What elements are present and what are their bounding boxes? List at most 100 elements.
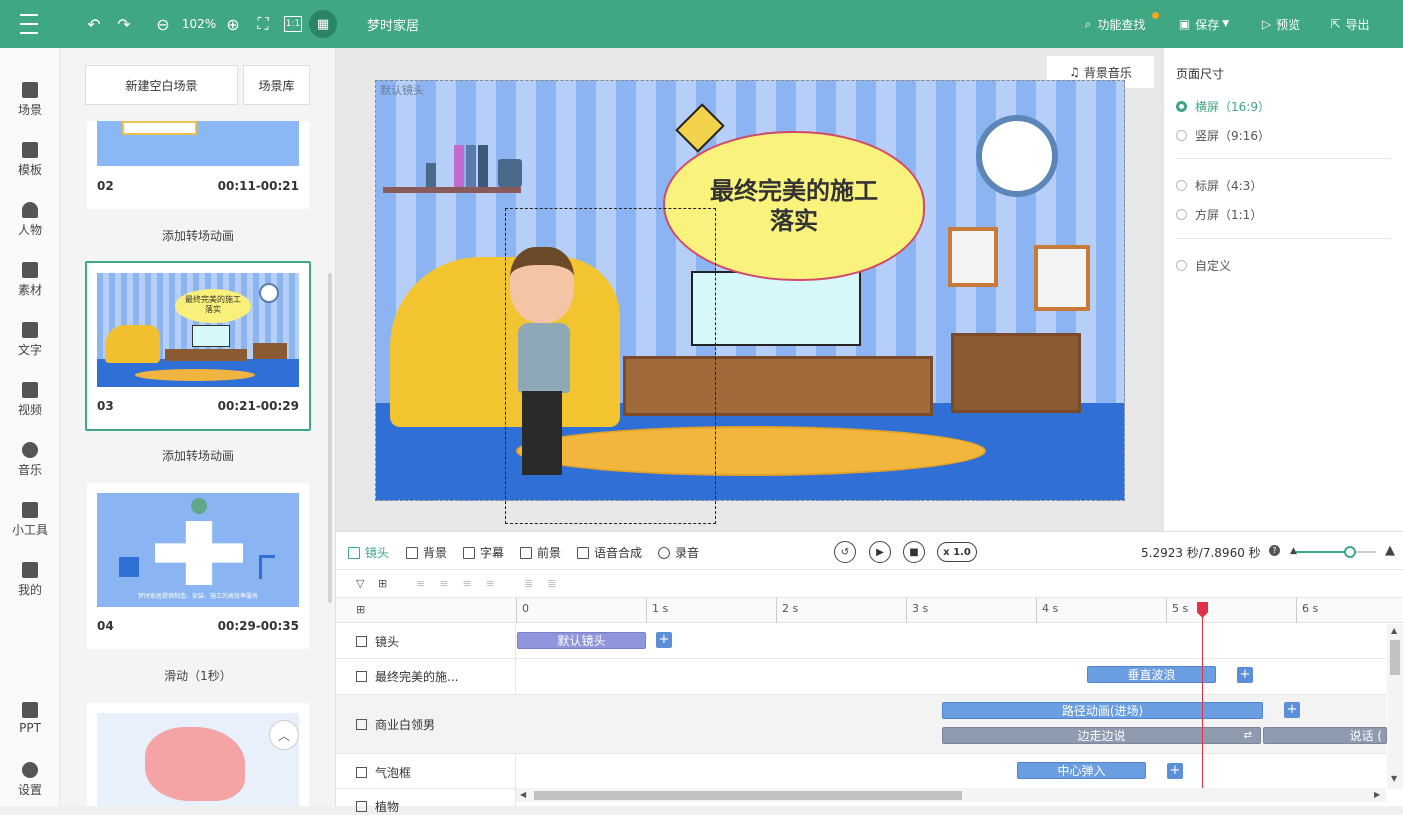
nav-text[interactable]: 文字 bbox=[0, 322, 60, 372]
tool-camera[interactable]: 镜头 bbox=[348, 544, 389, 561]
clip-vertical-wave[interactable]: 垂直波浪 bbox=[1087, 666, 1216, 683]
speed-button[interactable]: x 1.0 bbox=[937, 542, 977, 562]
transition-label[interactable]: 滑动（1秒） bbox=[87, 667, 309, 684]
scene-panel-scrollbar[interactable] bbox=[328, 273, 332, 603]
music-note-icon: ♫ bbox=[1069, 65, 1080, 79]
redo-icon[interactable]: ↷ bbox=[114, 14, 134, 34]
toolbox-icon bbox=[22, 502, 38, 518]
nav-video[interactable]: 视频 bbox=[0, 382, 60, 432]
nav-scenes[interactable]: 场景 bbox=[0, 82, 60, 132]
horizontal-scrollbar[interactable]: ◀ ▶ bbox=[516, 788, 1386, 802]
clip-talk[interactable]: 说话 ( bbox=[1263, 727, 1387, 744]
scroll-down-arrow[interactable]: ▼ bbox=[1391, 774, 1397, 783]
nav-templates[interactable]: 模板 bbox=[0, 142, 60, 192]
playhead[interactable] bbox=[1197, 602, 1208, 792]
stop-button[interactable]: ■ bbox=[903, 541, 925, 563]
scene-library-button[interactable]: 场景库 bbox=[243, 65, 310, 105]
add-transition-link[interactable]: 添加转场动画 bbox=[87, 447, 309, 464]
save-button[interactable]: ▣ 保存 ▼ bbox=[1172, 14, 1236, 34]
nav-mine[interactable]: 我的 bbox=[0, 562, 60, 612]
clip-path-animation[interactable]: 路径动画(进场) bbox=[942, 702, 1263, 719]
add-camera-button[interactable]: + bbox=[656, 632, 672, 648]
scroll-thumb[interactable] bbox=[1390, 640, 1400, 675]
undo-icon[interactable]: ↶ bbox=[84, 14, 104, 34]
tool-subtitle[interactable]: 字幕 bbox=[463, 544, 504, 561]
tool-record[interactable]: 录音 bbox=[658, 544, 699, 561]
scroll-thumb[interactable] bbox=[534, 791, 962, 800]
radio-standard[interactable]: 标屏（4:3） bbox=[1176, 177, 1262, 194]
tool-foreground[interactable]: 前景 bbox=[520, 544, 561, 561]
timeline-zoom-slider[interactable] bbox=[1296, 546, 1376, 558]
nav-tools[interactable]: 小工具 bbox=[0, 502, 60, 552]
actual-size-icon[interactable]: 1:1 bbox=[284, 16, 302, 32]
add-bubble-animation-button[interactable]: + bbox=[1167, 763, 1183, 779]
radio-landscape[interactable]: 横屏（16:9） bbox=[1176, 98, 1270, 115]
nav-assets[interactable]: 素材 bbox=[0, 262, 60, 312]
replay-button[interactable]: ↺ bbox=[834, 541, 856, 563]
tv bbox=[691, 271, 861, 346]
add-man-animation-button[interactable]: + bbox=[1284, 702, 1300, 718]
nav-music[interactable]: 音乐 bbox=[0, 442, 60, 492]
speaker bbox=[498, 159, 522, 187]
scene-canvas[interactable]: 默认镜头 最终完美的施工落实 bbox=[375, 80, 1125, 501]
clip-walk-talk[interactable]: 边走边说 ⇄ bbox=[942, 727, 1261, 744]
help-icon[interactable]: ? bbox=[1269, 545, 1280, 556]
track-plant[interactable]: 植物 bbox=[356, 798, 399, 815]
menu-icon[interactable] bbox=[18, 14, 40, 34]
thumb-rug bbox=[135, 369, 255, 381]
play-button[interactable]: ▶ bbox=[869, 541, 891, 563]
zoom-in-icon[interactable]: ⊕ bbox=[223, 14, 243, 34]
chevron-down-icon: ▼ bbox=[1222, 19, 1230, 29]
export-button[interactable]: ⇱ 导出 bbox=[1324, 14, 1376, 34]
filter-icon[interactable]: ▽ bbox=[356, 577, 364, 590]
radio-square[interactable]: 方屏（1:1） bbox=[1176, 206, 1262, 223]
scene-card-02[interactable]: 02 00:11-00:21 bbox=[87, 121, 309, 209]
project-title[interactable]: 梦时家居 bbox=[358, 14, 428, 34]
track-bubble[interactable]: 气泡框 bbox=[356, 764, 411, 781]
thumb-crane bbox=[259, 555, 275, 579]
radio-custom[interactable]: 自定义 bbox=[1176, 257, 1231, 274]
character-selection-box[interactable] bbox=[505, 208, 716, 524]
vertical-scrollbar[interactable]: ▲ ▼ bbox=[1387, 624, 1403, 789]
layers-icon[interactable]: ⊞ bbox=[378, 577, 387, 590]
slider-handle[interactable] bbox=[1344, 546, 1356, 558]
feature-search-button[interactable]: ⌕ 功能查找 bbox=[1075, 12, 1159, 34]
distribute-tools: ≣≣ bbox=[524, 577, 571, 590]
nav-ppt[interactable]: PPT bbox=[0, 702, 60, 752]
text-icon bbox=[356, 671, 367, 682]
tool-tts[interactable]: 语音合成 bbox=[577, 544, 642, 561]
structure-icon[interactable]: ⊞ bbox=[356, 603, 365, 616]
add-text-animation-button[interactable]: + bbox=[1237, 667, 1253, 683]
new-blank-scene-button[interactable]: 新建空白场景 bbox=[85, 65, 238, 105]
clip-center-pop[interactable]: 中心弹入 bbox=[1017, 762, 1146, 779]
track-businessman[interactable]: 商业白领男 bbox=[356, 716, 435, 733]
track-text[interactable]: 最终完美的施... bbox=[356, 668, 458, 685]
scene-number: 02 bbox=[97, 179, 114, 193]
clip-default-camera[interactable]: 默认镜头 bbox=[517, 632, 646, 649]
fullscreen-icon[interactable]: ⛶ bbox=[253, 14, 273, 34]
thumb-board bbox=[122, 121, 197, 135]
scene-card-05[interactable] bbox=[87, 703, 309, 806]
nav-settings[interactable]: 设置 bbox=[0, 762, 60, 812]
divider bbox=[1176, 158, 1391, 159]
tool-background[interactable]: 背景 bbox=[406, 544, 447, 561]
clock bbox=[976, 115, 1058, 197]
scroll-up-arrow[interactable]: ▲ bbox=[1391, 626, 1397, 635]
scene-card-04[interactable]: 梦时家居提供制造、安装、施工的高效率服务 04 00:29-00:35 bbox=[87, 483, 309, 649]
zoom-out-icon[interactable]: ⊖ bbox=[153, 14, 173, 34]
grid-toggle-icon[interactable]: ▦ bbox=[309, 10, 337, 38]
preview-button[interactable]: ▷ 预览 bbox=[1255, 14, 1307, 34]
scroll-right-arrow[interactable]: ▶ bbox=[1374, 790, 1380, 799]
nav-characters[interactable]: 人物 bbox=[0, 202, 60, 252]
zoom-in-mountain-icon[interactable]: ▲ bbox=[1385, 543, 1395, 558]
radio-portrait[interactable]: 竖屏（9:16） bbox=[1176, 127, 1270, 144]
divider bbox=[1176, 238, 1391, 239]
scene-card-03[interactable]: 最终完美的施工落实 03 00:21-00:29 bbox=[85, 261, 311, 431]
add-transition-link[interactable]: 添加转场动画 bbox=[87, 227, 309, 244]
track-camera[interactable]: 镜头 bbox=[356, 633, 399, 650]
scroll-left-arrow[interactable]: ◀ bbox=[520, 790, 526, 799]
scene-icon bbox=[22, 82, 38, 98]
thumb-caption: 梦时家居提供制造、安装、施工的高效率服务 bbox=[137, 593, 258, 600]
scroll-up-button[interactable]: ︿ bbox=[269, 720, 299, 750]
books bbox=[426, 145, 496, 187]
